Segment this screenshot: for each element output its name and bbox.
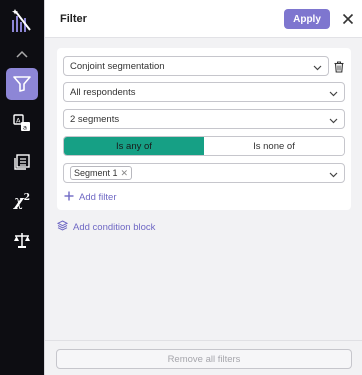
filter-condition-card: Conjoint segmentation All respondents 2 …	[57, 48, 351, 210]
filter-panel: Filter Apply Conjoint segmentation All r…	[44, 0, 362, 375]
panel-header: Filter Apply	[45, 0, 362, 38]
panel-footer: Remove all filters	[45, 340, 362, 375]
chevron-down-icon	[313, 63, 322, 74]
respondents-select[interactable]: All respondents	[63, 82, 345, 102]
rail-balance-button[interactable]	[6, 224, 38, 256]
close-icon[interactable]	[340, 11, 356, 27]
rail-chi-square-button[interactable]: χ2	[6, 185, 38, 217]
filter-icon	[13, 76, 31, 92]
value-chip: Segment 1 ✕	[70, 166, 133, 180]
apply-button[interactable]: Apply	[284, 9, 330, 29]
cards-icon	[13, 153, 31, 171]
add-condition-block-link[interactable]: Add condition block	[56, 220, 156, 234]
operator-toggle: Is any of Is none of	[63, 136, 345, 156]
svg-text:a: a	[23, 124, 27, 132]
collapse-chevron-icon[interactable]	[14, 48, 30, 60]
segments-select-value: 2 segments	[70, 113, 120, 125]
chevron-down-icon	[329, 89, 338, 100]
values-multiselect[interactable]: Segment 1 ✕	[63, 163, 345, 183]
svg-text:A: A	[16, 117, 21, 125]
panel-title: Filter	[60, 13, 87, 25]
left-rail: A a χ2	[0, 0, 44, 375]
segments-select[interactable]: 2 segments	[63, 109, 345, 129]
rail-translate-button[interactable]: A a	[6, 107, 38, 139]
respondents-select-value: All respondents	[70, 86, 136, 98]
question-select[interactable]: Conjoint segmentation	[63, 56, 329, 76]
chevron-down-icon	[329, 170, 338, 181]
chevron-down-icon	[329, 116, 338, 127]
logo-icon[interactable]	[10, 8, 34, 34]
question-select-value: Conjoint segmentation	[70, 60, 165, 72]
rail-cards-button[interactable]	[6, 146, 38, 178]
add-filter-label: Add filter	[79, 192, 117, 203]
layers-icon	[56, 220, 69, 234]
balance-scale-icon	[13, 231, 31, 249]
translate-icon: A a	[13, 114, 31, 132]
add-filter-link[interactable]: Add filter	[64, 191, 117, 204]
toggle-is-none-of[interactable]: Is none of	[204, 137, 344, 155]
value-chip-label: Segment 1	[74, 168, 118, 178]
add-condition-block-label: Add condition block	[73, 221, 156, 233]
delete-filter-icon[interactable]	[334, 61, 344, 76]
chip-remove-icon[interactable]: ✕	[121, 168, 129, 179]
plus-icon	[64, 191, 74, 204]
remove-all-filters-button[interactable]: Remove all filters	[56, 349, 352, 369]
chi-square-icon: χ2	[13, 192, 31, 210]
rail-filter-button[interactable]	[6, 68, 38, 100]
toggle-is-any-of[interactable]: Is any of	[64, 137, 204, 155]
